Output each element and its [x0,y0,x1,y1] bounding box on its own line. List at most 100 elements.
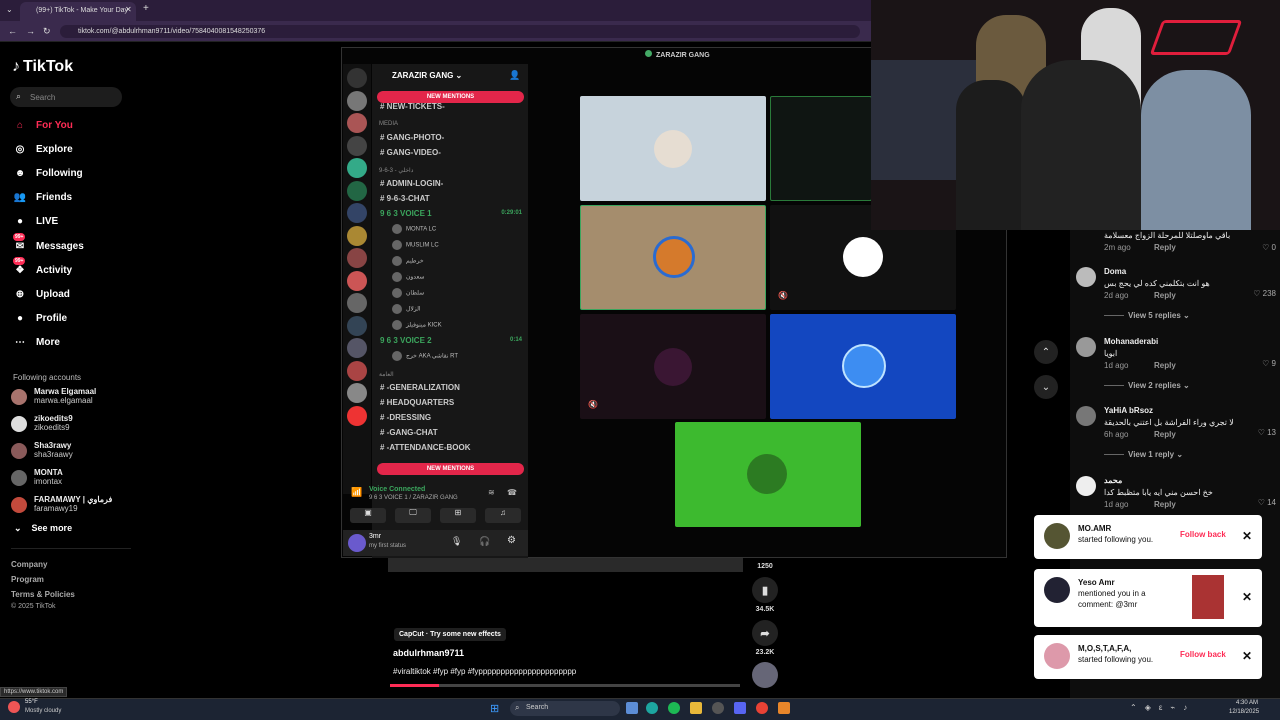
voice-member[interactable]: خرطيم [392,256,424,266]
windows-start-icon[interactable]: ⊞ [490,702,499,715]
video-progress-track[interactable] [390,684,740,687]
reply-button[interactable]: Reply [1154,500,1176,509]
close-tab-icon[interactable]: ✕ [125,5,132,14]
forward-icon[interactable]: → [26,26,35,36]
follow-back-button[interactable]: Follow back [1180,530,1226,539]
video-action[interactable]: ▮ 34.5K [752,577,778,613]
call-tile[interactable] [770,96,872,201]
follow-back-button[interactable]: Follow back [1180,650,1226,659]
call-tile[interactable] [770,314,956,419]
reply-button[interactable]: Reply [1154,430,1176,439]
chrome-icon[interactable] [756,702,768,714]
comment-author[interactable]: Mohanaderabi [1104,337,1158,346]
sidebar-item-upload[interactable]: ⊕ Upload [10,284,130,304]
file-explorer-icon[interactable] [690,702,702,714]
channel-item[interactable]: # -GENERALIZATION [380,383,460,392]
camera-button[interactable]: ▣ [350,508,386,523]
edge-icon[interactable] [646,702,658,714]
video-frame[interactable] [388,558,743,572]
voice-member[interactable]: مينوفيلز KICK [392,320,442,330]
notification-card[interactable]: M,O,S,T,A,F,A, started following you. Foll… [1034,635,1262,679]
sidebar-item-messages[interactable]: 99+ ✉ Messages [10,233,130,256]
like-button[interactable]: ♡ 14 [1258,498,1276,507]
call-tile[interactable] [675,422,861,527]
server-icon[interactable] [347,135,367,156]
sidebar-item-live[interactable]: ● LIVE [10,212,130,232]
settings-gear-icon[interactable]: ⚙ [507,535,516,546]
voice-member[interactable]: سعدون [392,272,424,282]
clock-time[interactable]: 4:30 AM [1236,700,1258,706]
sidebar-item-more[interactable]: ⋯ More [10,333,130,353]
task-view-icon[interactable] [626,702,638,714]
view-replies-button[interactable]: View 5 replies ⌄ [1104,311,1190,320]
view-replies-button[interactable]: View 2 replies ⌄ [1104,381,1190,390]
server-icon[interactable] [347,315,367,336]
screen-share-button[interactable]: 🖵 [395,508,431,523]
channel-item[interactable]: # ADMIN-LOGIN- [380,179,443,188]
weather-temp[interactable]: 55°F [25,699,38,705]
activities-button[interactable]: ⊞ [440,508,476,523]
reply-button[interactable]: Reply [1154,243,1176,252]
channel-item[interactable]: # NEW-TICKETS- [380,102,445,111]
footer-company[interactable]: Company [11,560,47,569]
see-more-button[interactable]: ⌄ See more [14,523,72,534]
capcut-effect-chip[interactable]: CapCut · Try some new effects [394,628,506,641]
like-button[interactable]: ♡ 13 [1258,428,1276,437]
tiktok-logo[interactable]: ♪ TikTok [12,58,73,76]
channel-item[interactable]: # GANG-PHOTO- [380,133,444,142]
sidebar-item-activity[interactable]: 99+ ❖ Activity [10,257,130,280]
server-icon[interactable] [347,360,367,381]
server-icon[interactable] [347,113,367,133]
channel-item[interactable]: # -ATTENDANCE-BOOK [380,443,471,452]
avatar[interactable] [348,534,366,552]
reply-button[interactable]: Reply [1154,291,1176,300]
tab-list-icon[interactable]: ⌄ [6,5,13,14]
voice-member[interactable]: MONTA LC [392,224,436,234]
channel-item[interactable]: # -GANG-CHAT [380,428,438,437]
footer-program[interactable]: Program [11,575,44,584]
server-icon[interactable] [347,293,367,313]
avatar[interactable] [1076,476,1096,496]
server-name[interactable]: ZARAZIR GANG ⌄ [392,71,462,80]
mic-icon[interactable]: 🎙 [451,536,462,547]
call-tile[interactable] [580,205,766,310]
next-video-button[interactable]: ⌄ [1034,375,1058,399]
voice-member[interactable]: MUSLIM LC [392,240,439,250]
avatar[interactable] [1076,337,1096,357]
following-account[interactable]: Sha3rawy sha3raawy [11,440,131,462]
channel-item[interactable]: # HEADQUARTERS [380,398,454,407]
discord-icon[interactable] [734,702,746,714]
voice-channel[interactable]: 9 6 3 VOICE 1 0:29:01 [380,209,522,218]
server-icon[interactable] [347,225,367,246]
like-button[interactable]: ♡ 238 [1253,289,1276,298]
like-button[interactable]: ♡ 9 [1262,359,1276,368]
following-account[interactable]: zikoedits9 zikoedits9 [11,413,131,435]
url-field[interactable]: tiktok.com/@abdulrhman9711/video/7584040… [60,25,860,38]
server-icon[interactable] [347,338,367,358]
channel-category[interactable]: العامة [379,371,394,378]
close-icon[interactable]: ✕ [1242,649,1252,663]
sidebar-item-friends[interactable]: 👥 Friends [10,188,130,208]
like-button[interactable]: ♡ 0 [1262,243,1276,252]
server-icon[interactable] [347,203,367,223]
notification-card[interactable]: Yeso Amr mentioned you in a comment: @3mr ✕ [1034,569,1262,627]
spotify-icon[interactable] [668,702,680,714]
call-tile[interactable] [580,96,766,201]
sidebar-item-following[interactable]: ☻ Following [10,163,130,183]
invite-icon[interactable]: 👤 [509,70,520,81]
obs-icon[interactable] [712,702,724,714]
voice-member[interactable]: الزلال [392,304,421,314]
following-account[interactable]: Marwa Elgamaal marwa.elgamaal [11,386,131,408]
server-icon[interactable] [347,68,367,88]
reload-icon[interactable]: ↻ [43,26,51,37]
back-icon[interactable]: ← [8,26,17,36]
soundboard-button[interactable]: ♫ [485,508,521,523]
sidebar-item-profile[interactable]: ● Profile [10,309,130,329]
previous-video-button[interactable]: ⌃ [1034,340,1058,364]
sidebar-item-explore[interactable]: ◎ Explore [10,139,130,159]
taskbar-search[interactable]: ⌕ Search [510,701,620,716]
server-icon[interactable] [347,180,367,201]
server-icon[interactable] [347,405,367,426]
close-icon[interactable]: ✕ [1242,590,1252,604]
voice-channel[interactable]: 9 6 3 VOICE 2 0:14 [380,336,522,345]
